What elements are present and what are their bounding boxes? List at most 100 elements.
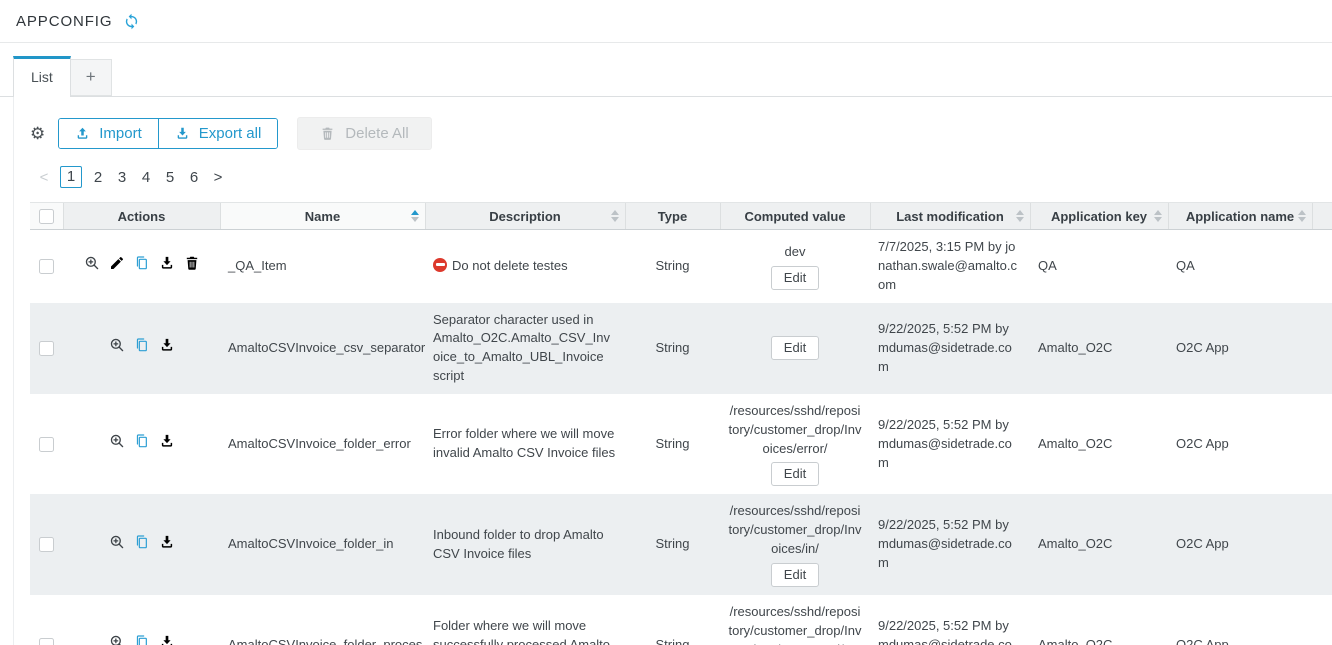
pagination: < 1 2 3 4 5 6 > bbox=[30, 165, 1332, 189]
column-header-description[interactable]: Description bbox=[425, 203, 625, 230]
name-cell: _QA_Item bbox=[220, 230, 425, 303]
download-icon[interactable] bbox=[159, 255, 175, 271]
pagination-prev[interactable]: < bbox=[32, 169, 56, 186]
column-header-actions: Actions bbox=[63, 203, 220, 230]
sort-icon-application-key[interactable] bbox=[1154, 210, 1162, 222]
application-key-cell: QA bbox=[1030, 230, 1168, 303]
edit-value-button[interactable]: Edit bbox=[771, 563, 819, 587]
column-header-last-modification[interactable]: Last modification bbox=[870, 203, 1030, 230]
row-checkbox[interactable] bbox=[39, 259, 54, 274]
pagination-page-2[interactable]: 2 bbox=[86, 169, 110, 186]
application-key-cell: Amalto_O2C bbox=[1030, 394, 1168, 495]
table-row: AmaltoCSVInvoice_folder_proces... Folder… bbox=[30, 595, 1332, 645]
download-icon[interactable] bbox=[159, 433, 175, 449]
row-checkbox[interactable] bbox=[39, 341, 54, 356]
column-header-name[interactable]: Name bbox=[220, 203, 425, 230]
pagination-next[interactable]: > bbox=[206, 169, 230, 186]
delete-icon[interactable] bbox=[184, 255, 200, 271]
name-cell: AmaltoCSVInvoice_folder_proces... bbox=[220, 595, 425, 645]
column-header-type: Type bbox=[625, 203, 720, 230]
export-all-button[interactable]: Export all bbox=[158, 119, 278, 148]
copy-icon[interactable] bbox=[134, 634, 150, 645]
download-icon[interactable] bbox=[159, 534, 175, 550]
pagination-page-4[interactable]: 4 bbox=[134, 169, 158, 186]
edit-pencil-icon[interactable] bbox=[109, 255, 125, 271]
tab-list[interactable]: List bbox=[13, 56, 71, 97]
edit-value-button[interactable]: Edit bbox=[771, 462, 819, 486]
column-header-computed-value: Computed value bbox=[720, 203, 870, 230]
type-cell: String bbox=[625, 230, 720, 303]
pagination-page-6[interactable]: 6 bbox=[182, 169, 206, 186]
appconfig-table: Actions Name Description Type Computed v… bbox=[30, 202, 1332, 645]
row-checkbox[interactable] bbox=[39, 437, 54, 452]
row-checkbox[interactable] bbox=[39, 537, 54, 552]
no-entry-icon bbox=[433, 258, 447, 272]
edit-value-button[interactable]: Edit bbox=[771, 266, 819, 290]
zoom-in-icon[interactable] bbox=[84, 255, 100, 271]
table-row: AmaltoCSVInvoice_csv_separator Separator… bbox=[30, 303, 1332, 394]
name-cell: AmaltoCSVInvoice_folder_in bbox=[220, 494, 425, 595]
sort-icon-last-modification[interactable] bbox=[1016, 210, 1024, 222]
pagination-page-1[interactable]: 1 bbox=[60, 166, 82, 188]
sort-icon-name[interactable] bbox=[411, 210, 419, 222]
copy-icon[interactable] bbox=[134, 255, 150, 271]
trash-icon bbox=[320, 126, 335, 141]
refresh-icon[interactable] bbox=[123, 13, 140, 30]
zoom-in-icon[interactable] bbox=[109, 337, 125, 353]
toolbar: ⚙ Import Export all Delete All bbox=[30, 117, 1332, 150]
table-header-row: Actions Name Description Type Computed v… bbox=[30, 203, 1332, 230]
description-cell: Do not delete testes bbox=[425, 230, 625, 303]
application-name-cell: QA bbox=[1168, 230, 1312, 303]
copy-icon[interactable] bbox=[134, 337, 150, 353]
zoom-in-icon[interactable] bbox=[109, 634, 125, 645]
zoom-in-icon[interactable] bbox=[109, 433, 125, 449]
zoom-in-icon[interactable] bbox=[109, 534, 125, 550]
table-row: AmaltoCSVInvoice_folder_in Inbound folde… bbox=[30, 494, 1332, 595]
sort-icon-description[interactable] bbox=[611, 210, 619, 222]
download-icon[interactable] bbox=[159, 634, 175, 645]
copy-icon[interactable] bbox=[134, 534, 150, 550]
settings-gear-icon[interactable]: ⚙ bbox=[30, 125, 45, 142]
type-cell: String bbox=[625, 595, 720, 645]
column-header-application-key[interactable]: Application key bbox=[1030, 203, 1168, 230]
type-cell: String bbox=[625, 494, 720, 595]
type-cell: String bbox=[625, 394, 720, 495]
tab-bar: List + bbox=[0, 43, 1332, 97]
last-modification-cell: 7/7/2025, 3:15 PM by jonathan.swale@amal… bbox=[870, 230, 1030, 303]
delete-all-button[interactable]: Delete All bbox=[297, 117, 431, 150]
page-title: APPCONFIG bbox=[16, 13, 112, 30]
download-icon[interactable] bbox=[159, 337, 175, 353]
copy-icon[interactable] bbox=[134, 433, 150, 449]
import-button[interactable]: Import bbox=[59, 119, 158, 148]
select-all-checkbox[interactable] bbox=[39, 209, 54, 224]
import-export-button-group: Import Export all bbox=[58, 118, 278, 149]
tab-add[interactable]: + bbox=[71, 59, 112, 96]
application-name-cell: O2C App bbox=[1168, 394, 1312, 495]
application-key-cell: Amalto_O2C bbox=[1030, 494, 1168, 595]
pagination-page-3[interactable]: 3 bbox=[110, 169, 134, 186]
download-icon bbox=[175, 126, 190, 141]
name-cell: AmaltoCSVInvoice_folder_error bbox=[220, 394, 425, 495]
row-checkbox[interactable] bbox=[39, 638, 54, 645]
type-cell: String bbox=[625, 303, 720, 394]
computed-value-cell: /resources/sshd/repository/customer_drop… bbox=[720, 494, 870, 595]
application-key-cell: Amalto_O2C bbox=[1030, 303, 1168, 394]
upload-icon bbox=[75, 126, 90, 141]
table-row: AmaltoCSVInvoice_folder_error Error fold… bbox=[30, 394, 1332, 495]
description-cell: Error folder where we will move invalid … bbox=[425, 394, 625, 495]
table-row: _QA_Item Do not delete testes String dev… bbox=[30, 230, 1332, 303]
description-cell: Folder where we will move successfully p… bbox=[425, 595, 625, 645]
application-name-cell: O2C App bbox=[1168, 595, 1312, 645]
column-header-application-name[interactable]: Application name bbox=[1168, 203, 1312, 230]
last-modification-cell: 9/22/2025, 5:52 PM by mdumas@sidetrade.c… bbox=[870, 595, 1030, 645]
edit-value-button[interactable]: Edit bbox=[771, 336, 819, 360]
last-modification-cell: 9/22/2025, 5:52 PM by mdumas@sidetrade.c… bbox=[870, 394, 1030, 495]
column-header-extra bbox=[1312, 203, 1332, 230]
last-modification-cell: 9/22/2025, 5:52 PM by mdumas@sidetrade.c… bbox=[870, 303, 1030, 394]
description-cell: Inbound folder to drop Amalto CSV Invoic… bbox=[425, 494, 625, 595]
sort-icon-application-name[interactable] bbox=[1298, 210, 1306, 222]
computed-value-cell: Edit bbox=[720, 303, 870, 394]
pagination-page-5[interactable]: 5 bbox=[158, 169, 182, 186]
computed-value-cell: /resources/sshd/repository/customer_drop… bbox=[720, 595, 870, 645]
column-header-checkbox bbox=[30, 203, 63, 230]
